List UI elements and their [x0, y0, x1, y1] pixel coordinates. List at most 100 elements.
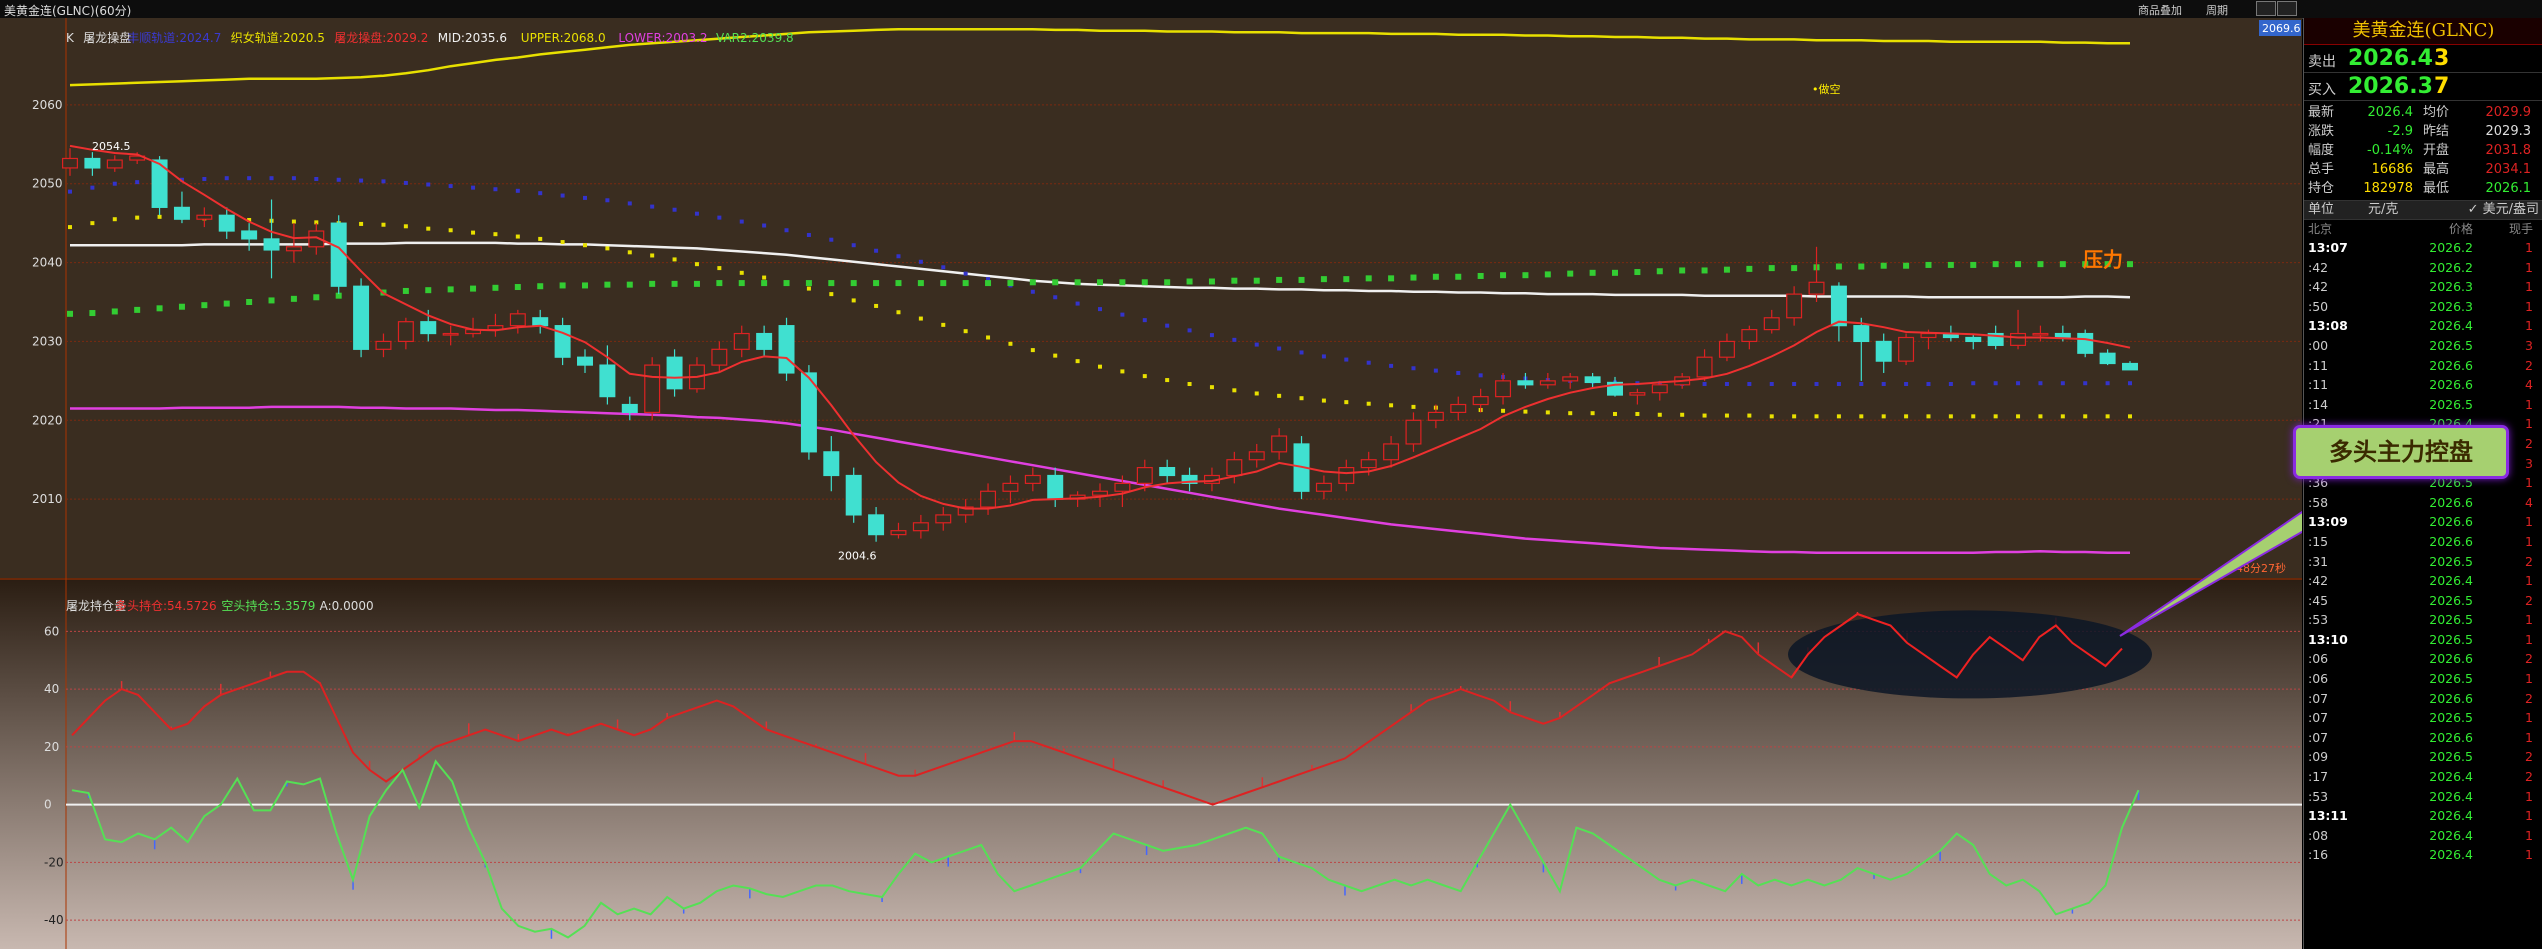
green-dot: [1164, 279, 1171, 286]
yellow-dot: [896, 310, 901, 315]
kline-chart-svg[interactable]: 201020202030204020502060K 屠龙操盘丰顺轨道:2024.7…: [0, 18, 2302, 949]
candle-body: [1383, 443, 1400, 461]
lower-y-tick-label: 0: [44, 798, 52, 812]
unit-bar[interactable]: 单位 元/克 ✓ 美元/盎司: [2304, 201, 2542, 220]
window-max-button[interactable]: [2277, 1, 2297, 16]
yellow-dot: [2083, 414, 2088, 419]
tick-row[interactable]: :07 2026.5 1: [2304, 708, 2542, 728]
blue-dot: [1344, 357, 1349, 362]
tick-row[interactable]: :08 2026.4 1: [2304, 826, 2542, 846]
tick-row[interactable]: :16 2026.4 1: [2304, 845, 2542, 865]
candle-body: [980, 490, 997, 508]
tick-row[interactable]: :11 2026.6 4: [2304, 375, 2542, 395]
window-title: 美黄金连(GLNC)(60分): [4, 4, 132, 18]
candle-body: [1338, 467, 1355, 484]
tick-row[interactable]: :53 2026.5 1: [2304, 610, 2542, 630]
tick-row[interactable]: :42 2026.3 1: [2304, 277, 2542, 297]
tick-row[interactable]: 13:11 2026.4 1: [2304, 806, 2542, 826]
upper-legend-item: VAR2:2039.8: [716, 31, 794, 45]
tick-row[interactable]: :31 2026.5 2: [2304, 552, 2542, 572]
tick-volume: 2: [2525, 690, 2533, 706]
tick-row[interactable]: :06 2026.5 1: [2304, 669, 2542, 689]
tick-row[interactable]: :07 2026.6 1: [2304, 728, 2542, 748]
stat-label: 持仓: [2308, 181, 2335, 196]
yellow-dot: [1075, 359, 1080, 364]
yellow-dot: [1142, 374, 1147, 379]
green-dot: [1723, 266, 1730, 273]
blue-dot: [2128, 381, 2132, 386]
green-dot: [537, 283, 544, 290]
blue-dot: [829, 237, 834, 242]
tick-price: 2026.5: [2429, 612, 2473, 628]
stat-label: 均价: [2423, 105, 2450, 120]
yellow-dot: [1545, 410, 1550, 415]
tick-time: :50: [2308, 298, 2329, 314]
yellow-dot: [1411, 404, 1416, 409]
green-dot: [1634, 269, 1641, 276]
overlay-commodity-button[interactable]: 商品叠加: [2138, 2, 2182, 18]
tick-time: :31: [2308, 553, 2329, 569]
tick-row[interactable]: :45 2026.5 2: [2304, 591, 2542, 611]
tick-row[interactable]: 13:08 2026.4 1: [2304, 316, 2542, 336]
green-dot: [1544, 271, 1551, 278]
buy-volume: 7: [2434, 74, 2450, 99]
chart-area[interactable]: 2010 2020 2030 2040 2050 2060 K 屠龙操盘 丰顺轨道:2024.7…: [0, 18, 2302, 949]
sell-label: 卖出: [2308, 54, 2336, 70]
tick-row[interactable]: :11 2026.6 2: [2304, 356, 2542, 376]
sell-row[interactable]: 卖出 2026.4 3: [2304, 45, 2542, 73]
tick-time: 13:10: [2308, 631, 2348, 647]
tick-row[interactable]: 13:10 2026.5 1: [2304, 630, 2542, 650]
blue-dot: [224, 176, 229, 181]
yellow-dot: [1657, 412, 1662, 417]
blue-dot: [1926, 382, 1931, 387]
candle-body: [106, 159, 123, 169]
tick-row[interactable]: 13:07 2026.2 1: [2304, 238, 2542, 258]
tick-row[interactable]: :14 2026.5 1: [2304, 395, 2542, 415]
blue-dot: [2060, 381, 2065, 386]
blue-dot: [1747, 382, 1752, 387]
buy-row[interactable]: 买入 2026.3 7: [2304, 73, 2542, 101]
yellow-dot: [1053, 353, 1058, 358]
candle-body: [1651, 384, 1668, 394]
blue-dot: [1769, 382, 1774, 387]
stat-value: 2031.8: [2485, 143, 2532, 158]
green-dot: [1992, 261, 1999, 268]
tick-row[interactable]: :50 2026.3 1: [2304, 297, 2542, 317]
blue-dot: [650, 204, 655, 209]
quote-stats: 最新 2026.4 均价 2029.9 涨跌 -2.9 昨结 2029.3 幅度 -0.14% 开盘…: [2304, 101, 2542, 201]
window-restore-button[interactable]: [2256, 1, 2276, 16]
yellow-dot: [1635, 411, 1640, 416]
currency-toggle[interactable]: ✓ 美元/盎司: [2448, 201, 2539, 219]
tick-row[interactable]: :09 2026.5 2: [2304, 747, 2542, 767]
tick-volume: 2: [2525, 553, 2533, 569]
tick-volume: 1: [2525, 396, 2533, 412]
blue-dot: [538, 191, 543, 196]
tick-row[interactable]: :00 2026.5 3: [2304, 336, 2542, 356]
tick-time: :06: [2308, 651, 2329, 667]
tick-volume: 1: [2525, 847, 2533, 863]
tick-row[interactable]: :42 2026.4 1: [2304, 571, 2542, 591]
tick-time: :45: [2308, 592, 2329, 608]
green-dot: [716, 280, 723, 287]
yellow-dot: [918, 316, 923, 321]
tick-row[interactable]: :07 2026.6 2: [2304, 689, 2542, 709]
y-tick-label: 2050: [32, 177, 63, 191]
tick-row[interactable]: :53 2026.4 1: [2304, 787, 2542, 807]
green-dot: [1410, 274, 1417, 281]
tick-price: 2026.5: [2429, 749, 2473, 765]
tick-row[interactable]: :42 2026.2 1: [2304, 258, 2542, 278]
blue-dot: [515, 188, 520, 193]
yellow-dot: [538, 236, 543, 241]
tick-volume: 1: [2525, 671, 2533, 687]
green-dot: [1007, 280, 1014, 287]
period-button[interactable]: 周期: [2206, 2, 2228, 18]
tick-row[interactable]: :06 2026.6 2: [2304, 649, 2542, 669]
blue-dot: [739, 219, 744, 224]
tick-price: 2026.4: [2429, 318, 2473, 334]
tick-row[interactable]: :17 2026.4 2: [2304, 767, 2542, 787]
tick-list[interactable]: 13:07 2026.2 1:42 2026.2 1:42 2026.3 1:50 2026.…: [2304, 238, 2542, 865]
tick-row[interactable]: :58 2026.6 4: [2304, 493, 2542, 513]
tick-row[interactable]: 13:09 2026.6 1: [2304, 512, 2542, 532]
tick-row[interactable]: :15 2026.6 1: [2304, 532, 2542, 552]
buy-price: 2026.3: [2348, 74, 2433, 99]
